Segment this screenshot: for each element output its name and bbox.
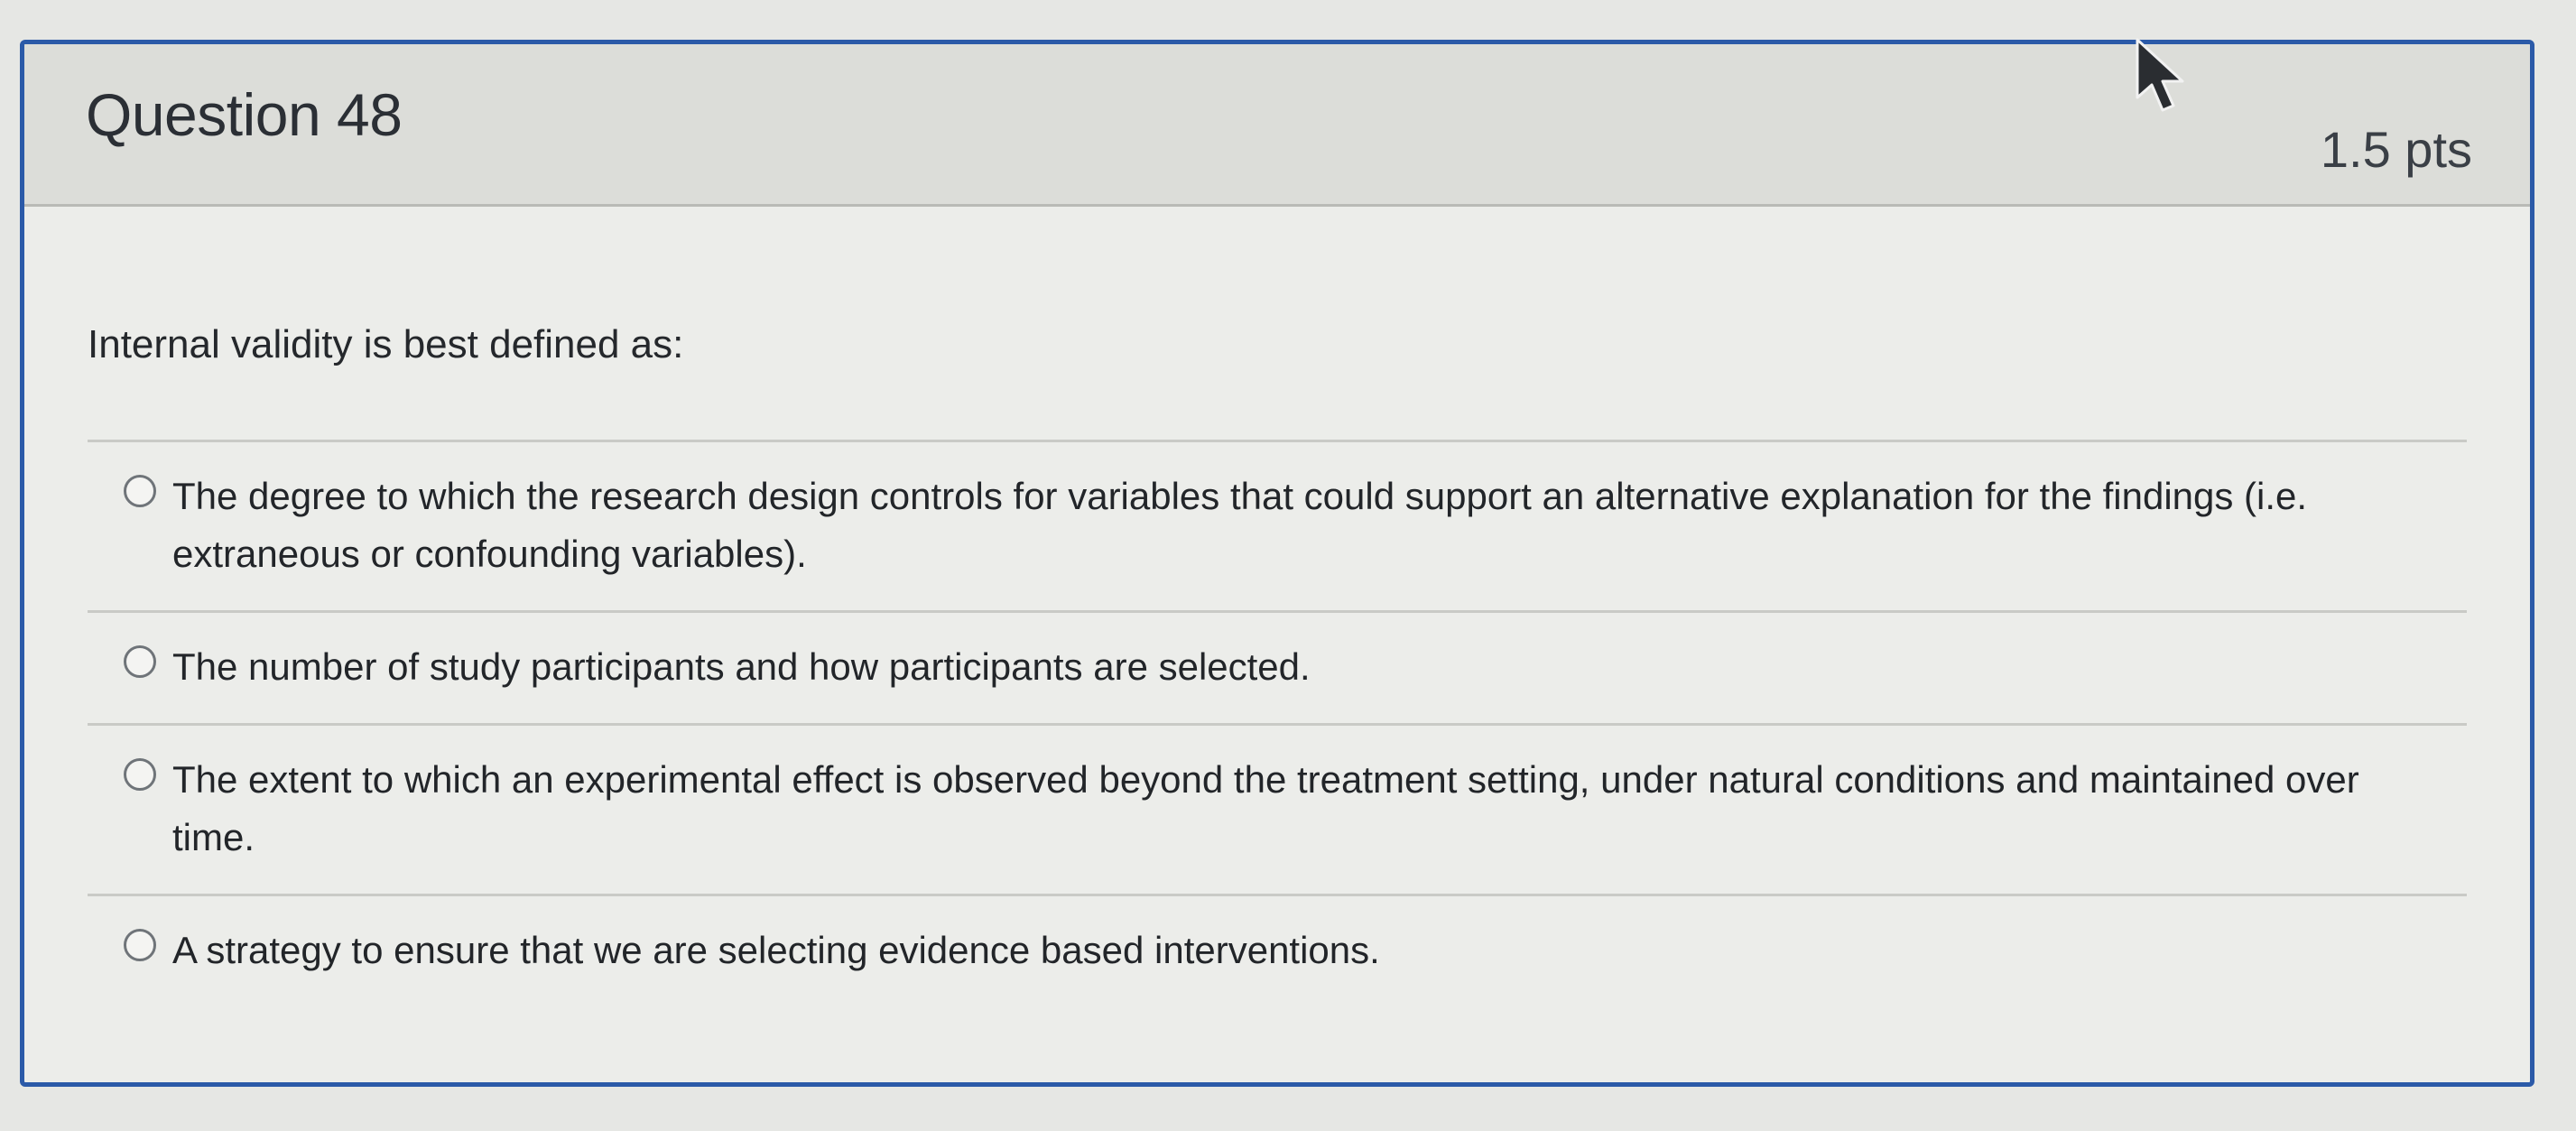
question-body: Internal validity is best defined as: Th… (24, 207, 2530, 1082)
answer-option-3[interactable]: The extent to which an experimental effe… (88, 726, 2467, 894)
answer-list: The degree to which the research design … (88, 440, 2467, 1006)
answer-option-4[interactable]: A strategy to ensure that we are selecti… (88, 896, 2467, 1006)
mouse-cursor-icon (2136, 38, 2184, 112)
question-prompt: Internal validity is best defined as: (88, 322, 684, 366)
radio-button-icon[interactable] (124, 645, 156, 678)
question-points: 1.5 pts (2320, 121, 2472, 178)
answer-option-2[interactable]: The number of study participants and how… (88, 613, 2467, 723)
question-card: Question 48 1.5 pts Internal validity is… (20, 40, 2534, 1087)
radio-button-icon[interactable] (124, 475, 156, 507)
answer-label: A strategy to ensure that we are selecti… (172, 929, 1380, 971)
answer-label: The number of study participants and how… (172, 645, 1311, 688)
answer-label: The degree to which the research design … (172, 475, 2308, 575)
radio-button-icon[interactable] (124, 758, 156, 791)
answer-label: The extent to which an experimental effe… (172, 758, 2359, 858)
question-title: Question 48 (86, 81, 403, 148)
answer-option-1[interactable]: The degree to which the research design … (88, 442, 2467, 610)
radio-button-icon[interactable] (124, 929, 156, 961)
